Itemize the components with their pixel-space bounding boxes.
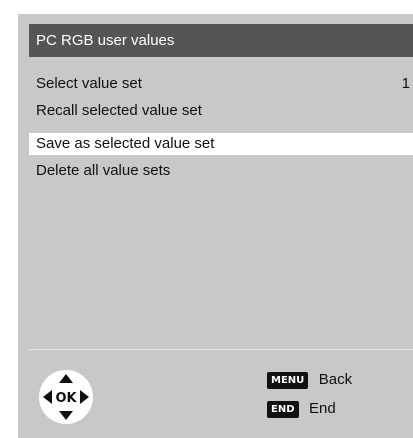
key-hint-end: END End [267,398,336,420]
footer-divider [29,349,413,350]
ok-navigation-pad[interactable]: OK [38,369,94,425]
menu-title: PC RGB user values [29,24,413,57]
key-hint-label: End [308,400,336,417]
osd-menu-panel: PC RGB user values Select value set 1 Re… [18,14,413,438]
ok-dpad-icon: OK [39,370,93,424]
menu-item-select-value-set[interactable]: Select value set 1 [29,73,413,95]
key-hint-label: Back [318,371,353,388]
menu-key[interactable]: MENU [267,371,309,389]
menu-item-recall-value-set[interactable]: Recall selected value set [29,100,413,122]
menu-item-label: Select value set [36,75,142,92]
menu-item-label: Recall selected value set [36,102,202,119]
menu-item-value: 1 [401,75,410,92]
menu-item-label: Delete all value sets [36,162,171,179]
end-key[interactable]: END [267,400,299,418]
menu-item-save-value-set[interactable]: Save as selected value set [29,133,413,155]
ok-label: OK [55,391,77,406]
key-hint-back: MENU Back [267,369,352,391]
menu-item-label: Save as selected value set [36,135,215,152]
menu-item-delete-value-sets[interactable]: Delete all value sets [29,160,413,182]
